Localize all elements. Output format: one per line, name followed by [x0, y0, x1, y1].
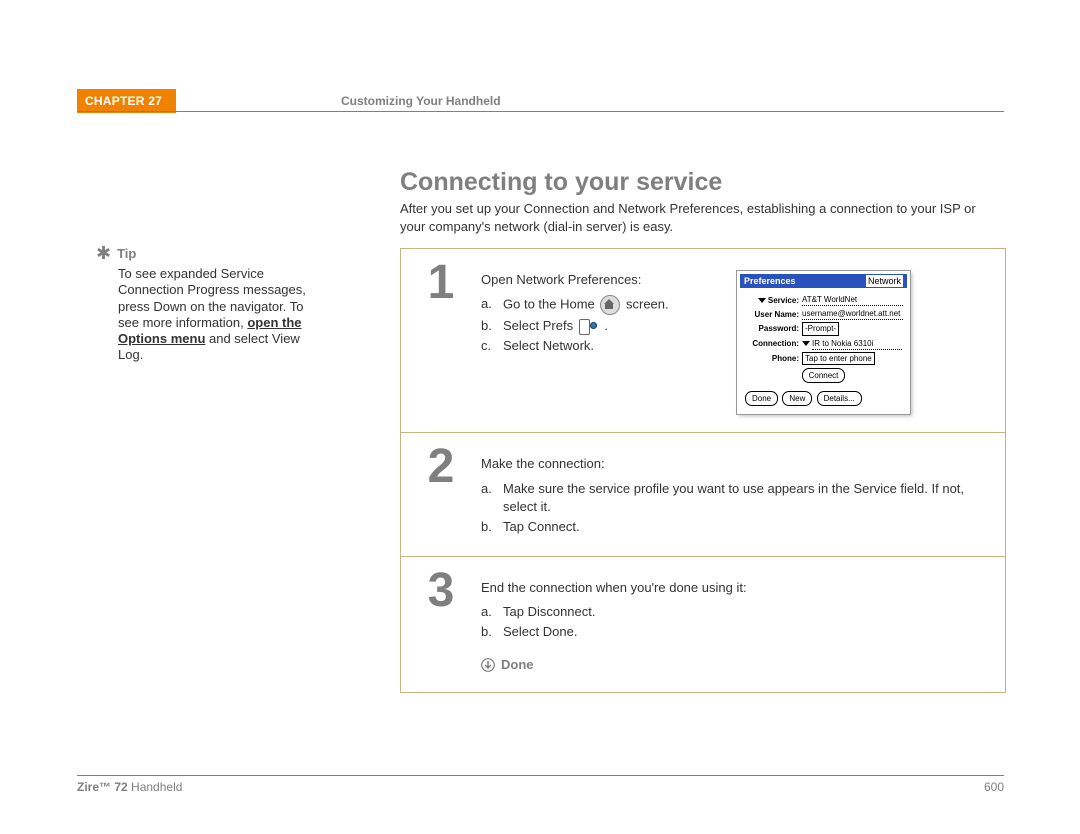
- done-button[interactable]: Done: [745, 391, 778, 406]
- preferences-screenshot: Preferences Network Service: AT&T WorldN…: [737, 271, 910, 414]
- substep-text: Make sure the service profile you want t…: [503, 480, 995, 516]
- substep: a. Go to the Home screen.: [481, 295, 721, 315]
- substep-label: a.: [481, 295, 503, 315]
- substep: a. Tap Disconnect.: [481, 603, 995, 621]
- substep-label: b.: [481, 623, 503, 641]
- ss-title: Preferences: [744, 275, 796, 288]
- step-number: 3: [401, 557, 481, 692]
- substep: c. Select Network.: [481, 337, 721, 355]
- step-body: End the connection when you're done usin…: [481, 557, 1005, 692]
- ss-connection-label: Connection:: [752, 339, 799, 348]
- chapter-label: CHAPTER 27: [77, 89, 176, 113]
- substep-label: b.: [481, 317, 503, 335]
- page-number: 600: [984, 780, 1004, 794]
- step-lead: Open Network Preferences:: [481, 271, 721, 289]
- ss-titlebar: Preferences Network: [740, 274, 907, 288]
- page-footer: Zire™ 72 Handheld 600: [77, 775, 1004, 794]
- connect-button[interactable]: Connect: [802, 368, 846, 383]
- tip-header: ✱ Tip: [96, 244, 316, 262]
- done-arrow-icon: [481, 658, 495, 672]
- done-label: Done: [501, 656, 534, 674]
- substep-label: c.: [481, 337, 503, 355]
- ss-password-value[interactable]: -Prompt-: [802, 322, 839, 335]
- substep-label: a.: [481, 603, 503, 621]
- substep-text: Select Network.: [503, 337, 594, 355]
- substep-text: Tap Disconnect.: [503, 603, 596, 621]
- home-icon: [600, 295, 620, 315]
- product-name: Zire™ 72 Handheld: [77, 780, 182, 794]
- steps-box: 1 Open Network Preferences: a. Go to the…: [400, 248, 1006, 693]
- ss-connection-value[interactable]: IR to Nokia 6310i: [812, 338, 902, 350]
- prefs-icon: [579, 319, 599, 335]
- ss-service-value[interactable]: AT&T WorldNet: [802, 294, 903, 306]
- page-heading: Connecting to your service: [400, 168, 722, 197]
- step-row-1: 1 Open Network Preferences: a. Go to the…: [401, 249, 1005, 433]
- intro-text: After you set up your Connection and Net…: [400, 200, 1004, 235]
- substep: b. Tap Connect.: [481, 518, 995, 536]
- step-lead: Make the connection:: [481, 455, 995, 473]
- header-bar: CHAPTER 27 Customizing Your Handheld: [77, 89, 1004, 111]
- tip-label: Tip: [117, 246, 136, 261]
- dropdown-icon: [802, 341, 810, 346]
- substep-post: .: [601, 318, 608, 333]
- done-line: Done: [481, 656, 995, 674]
- step-number: 2: [401, 433, 481, 556]
- chapter-title: Customizing Your Handheld: [341, 94, 501, 108]
- substep: a. Make sure the service profile you wan…: [481, 480, 995, 516]
- substep-post: screen.: [622, 297, 668, 312]
- step-lead: End the connection when you're done usin…: [481, 579, 995, 597]
- details-button[interactable]: Details...: [817, 391, 862, 406]
- step-body: Open Network Preferences: a. Go to the H…: [481, 249, 1005, 432]
- ss-username-value[interactable]: username@worldnet.att.net: [802, 308, 903, 320]
- substep-text: Select Prefs .: [503, 317, 608, 335]
- substep-text: Go to the Home screen.: [503, 295, 669, 315]
- tip-sidebar: ✱ Tip To see expanded Service Connection…: [96, 244, 316, 364]
- substep-pre: Select Prefs: [503, 318, 577, 333]
- step-number: 1: [401, 249, 481, 432]
- ss-service-label: Service:: [768, 296, 799, 305]
- substep-label: b.: [481, 518, 503, 536]
- substep-text: Tap Connect.: [503, 518, 580, 536]
- page: CHAPTER 27 Customizing Your Handheld Con…: [0, 0, 1080, 834]
- substep-label: a.: [481, 480, 503, 516]
- ss-phone-value[interactable]: Tap to enter phone: [802, 352, 875, 365]
- ss-username-label: User Name:: [744, 309, 802, 320]
- step-row-2: 2 Make the connection: a. Make sure the …: [401, 433, 1005, 557]
- step-row-3: 3 End the connection when you're done us…: [401, 557, 1005, 692]
- tip-body: To see expanded Service Connection Progr…: [118, 266, 316, 364]
- substep: b. Select Done.: [481, 623, 995, 641]
- ss-phone-label: Phone:: [744, 353, 802, 364]
- ss-body: Service: AT&T WorldNet User Name: userna…: [740, 288, 907, 411]
- ss-category: Network: [866, 275, 903, 288]
- product-rest: Handheld: [128, 780, 183, 794]
- new-button[interactable]: New: [782, 391, 812, 406]
- product-bold: Zire™ 72: [77, 780, 128, 794]
- substep: b. Select Prefs .: [481, 317, 721, 335]
- substep-text: Select Done.: [503, 623, 577, 641]
- substep-pre: Go to the Home: [503, 297, 598, 312]
- step-body: Make the connection: a. Make sure the se…: [481, 433, 1005, 556]
- dropdown-icon: [758, 298, 766, 303]
- header-divider: [77, 111, 1004, 112]
- asterisk-icon: ✱: [96, 244, 111, 262]
- ss-password-label: Password:: [744, 323, 802, 334]
